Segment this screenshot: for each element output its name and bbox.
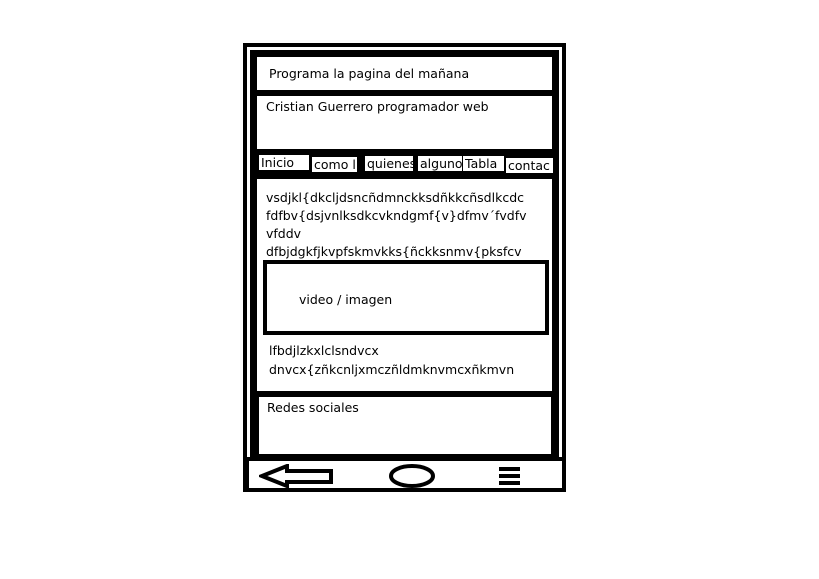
page-title: Programa la pagina del mañana — [269, 66, 470, 81]
home-circle-icon[interactable] — [387, 463, 437, 489]
tab-label: como l — [314, 157, 356, 172]
tab-inicio[interactable]: Inicio — [259, 155, 309, 170]
content-box: vsdjkl{dkcljdsncñdmnckksdñkkcñsdlkcdc fd… — [257, 179, 552, 391]
tab-como[interactable]: como l — [312, 157, 357, 172]
content-line: fdfbv{dsjvnlksdkcvkndgmf{v}dfmv´fvdfv — [266, 208, 527, 223]
content-line: vsdjkl{dkcljdsncñdmnckksdñkkcñsdlkcdc — [266, 190, 525, 205]
tab-contac[interactable]: contac — [506, 158, 553, 173]
menu-icon[interactable] — [497, 466, 523, 488]
tab-label: contac — [508, 158, 550, 173]
subheader-text: Cristian Guerrero programador web — [266, 99, 489, 114]
tab-alguno[interactable]: alguno — [418, 156, 462, 171]
content-line: vfddv — [266, 226, 302, 241]
content-line: dfbjdgkfjkvpfskmvkks{ñckksnmv{pksfcv — [266, 244, 522, 259]
header-box: Programa la pagina del mañana — [257, 57, 552, 90]
tab-label: quienes — [367, 156, 413, 171]
tab-label: Inicio — [261, 155, 295, 170]
tab-label: Tabla — [465, 156, 498, 171]
bottom-navbar — [245, 457, 566, 492]
media-label: video / imagen — [299, 292, 393, 307]
tab-tabla[interactable]: Tabla — [463, 156, 504, 171]
back-arrow-icon[interactable] — [259, 464, 335, 488]
content-line: dnvcx{zñkcnljxmczñldmknvmcxñkmvn — [269, 362, 515, 377]
media-placeholder: video / imagen — [263, 260, 549, 335]
content-line: lfbdjlzkxlclsndvcx — [269, 343, 379, 358]
tab-quienes[interactable]: quienes — [365, 156, 413, 171]
footer-text: Redes sociales — [267, 400, 359, 415]
footer-box: Redes sociales — [259, 397, 551, 454]
tab-label: alguno — [420, 156, 462, 171]
subheader-box: Cristian Guerrero programador web — [257, 96, 552, 149]
